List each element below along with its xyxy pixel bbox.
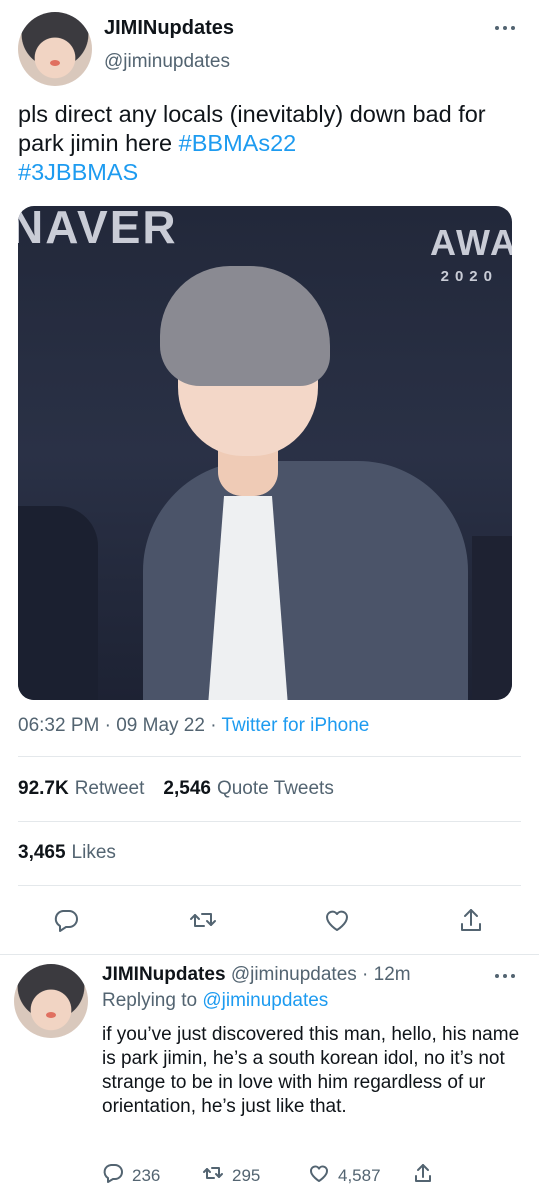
like-count: 4,587 — [338, 1165, 381, 1185]
tweet-source[interactable]: Twitter for iPhone — [222, 715, 370, 736]
photo-backdrop-text: AWA — [429, 222, 512, 263]
tweet-photo[interactable]: NAVER AWA 2020 all — [18, 206, 512, 700]
quote-tweets-stat[interactable]: 2,546 Quote Tweets — [163, 778, 333, 800]
quotes-count: 2,546 — [163, 778, 211, 799]
heart-icon[interactable] — [323, 906, 351, 934]
retweet-count: 295 — [232, 1165, 261, 1185]
likes-label: Likes — [71, 842, 116, 863]
hashtag-link[interactable]: #3JBBMAS — [18, 159, 138, 185]
tweet-timestamp: 06:32 PM · 09 May 22 · Twitter for iPhon… — [18, 715, 370, 736]
reply-like-button[interactable]: 4,587 — [308, 1162, 381, 1189]
photo-hair — [160, 266, 330, 386]
divider — [18, 756, 521, 757]
tweet-text: pls direct any locals (inevitably) down … — [18, 100, 518, 187]
heart-icon — [308, 1162, 330, 1189]
divider — [0, 954, 539, 955]
replying-to: Replying to @jiminupdates — [102, 990, 328, 1012]
divider — [18, 821, 521, 822]
retweets-label: Retweet — [74, 778, 145, 799]
reply-icon — [102, 1162, 124, 1189]
photo-jacket — [143, 461, 468, 700]
engagement-stats: 92.7K Retweet 2,546 Quote Tweets — [18, 778, 353, 800]
replying-handle-link[interactable]: @jiminupdates — [202, 990, 328, 1011]
reply-header: JIMINupdates @jiminupdates · 12m — [102, 964, 411, 985]
author-display-name[interactable]: JIMINupdates — [104, 17, 234, 40]
more-options-icon[interactable] — [495, 24, 517, 32]
reply-icon[interactable] — [52, 906, 80, 934]
photo-figure-left — [18, 506, 98, 700]
share-icon[interactable] — [457, 906, 485, 934]
retweets-count: 92.7K — [18, 778, 69, 799]
likes-stat[interactable]: 3,465 Likes — [18, 842, 116, 864]
hashtag-link[interactable]: #BBMAs22 — [179, 130, 297, 156]
replying-prefix: Replying to — [102, 990, 203, 1011]
reply-text: if you’ve just discovered this man, hell… — [102, 1024, 520, 1117]
avatar[interactable] — [18, 12, 92, 86]
reply-author-handle[interactable]: @jiminupdates — [231, 964, 357, 985]
more-options-icon[interactable] — [495, 972, 517, 980]
retweet-icon — [202, 1162, 224, 1189]
reply-reply-button[interactable]: 236 — [102, 1162, 160, 1189]
main-tweet: JIMINupdates @jiminupdates pls direct an… — [0, 0, 539, 955]
reply-share-button[interactable] — [412, 1162, 434, 1189]
reply-author-display-name[interactable]: JIMINupdates — [102, 964, 226, 985]
retweets-stat[interactable]: 92.7K Retweet — [18, 778, 144, 800]
tweet-action-bar — [0, 900, 539, 940]
tweet-time[interactable]: 06:32 PM — [18, 715, 99, 736]
photo-backdrop-text: 2020 — [440, 268, 498, 285]
retweet-icon[interactable] — [189, 906, 217, 934]
divider — [18, 885, 521, 886]
share-icon — [412, 1162, 434, 1189]
reply-age[interactable]: 12m — [374, 964, 411, 985]
avatar[interactable] — [14, 964, 88, 1038]
tweet-date[interactable]: 09 May 22 — [116, 715, 205, 736]
reply-count: 236 — [132, 1165, 161, 1185]
author-handle[interactable]: @jiminupdates — [104, 51, 230, 73]
reply-action-bar: 236 295 4,587 — [102, 1162, 522, 1188]
quotes-label: Quote Tweets — [216, 778, 334, 799]
photo-figure-right — [472, 536, 512, 700]
reply-retweet-button[interactable]: 295 — [202, 1162, 260, 1189]
photo-backdrop-text: NAVER — [18, 206, 178, 253]
likes-count: 3,465 — [18, 842, 66, 863]
